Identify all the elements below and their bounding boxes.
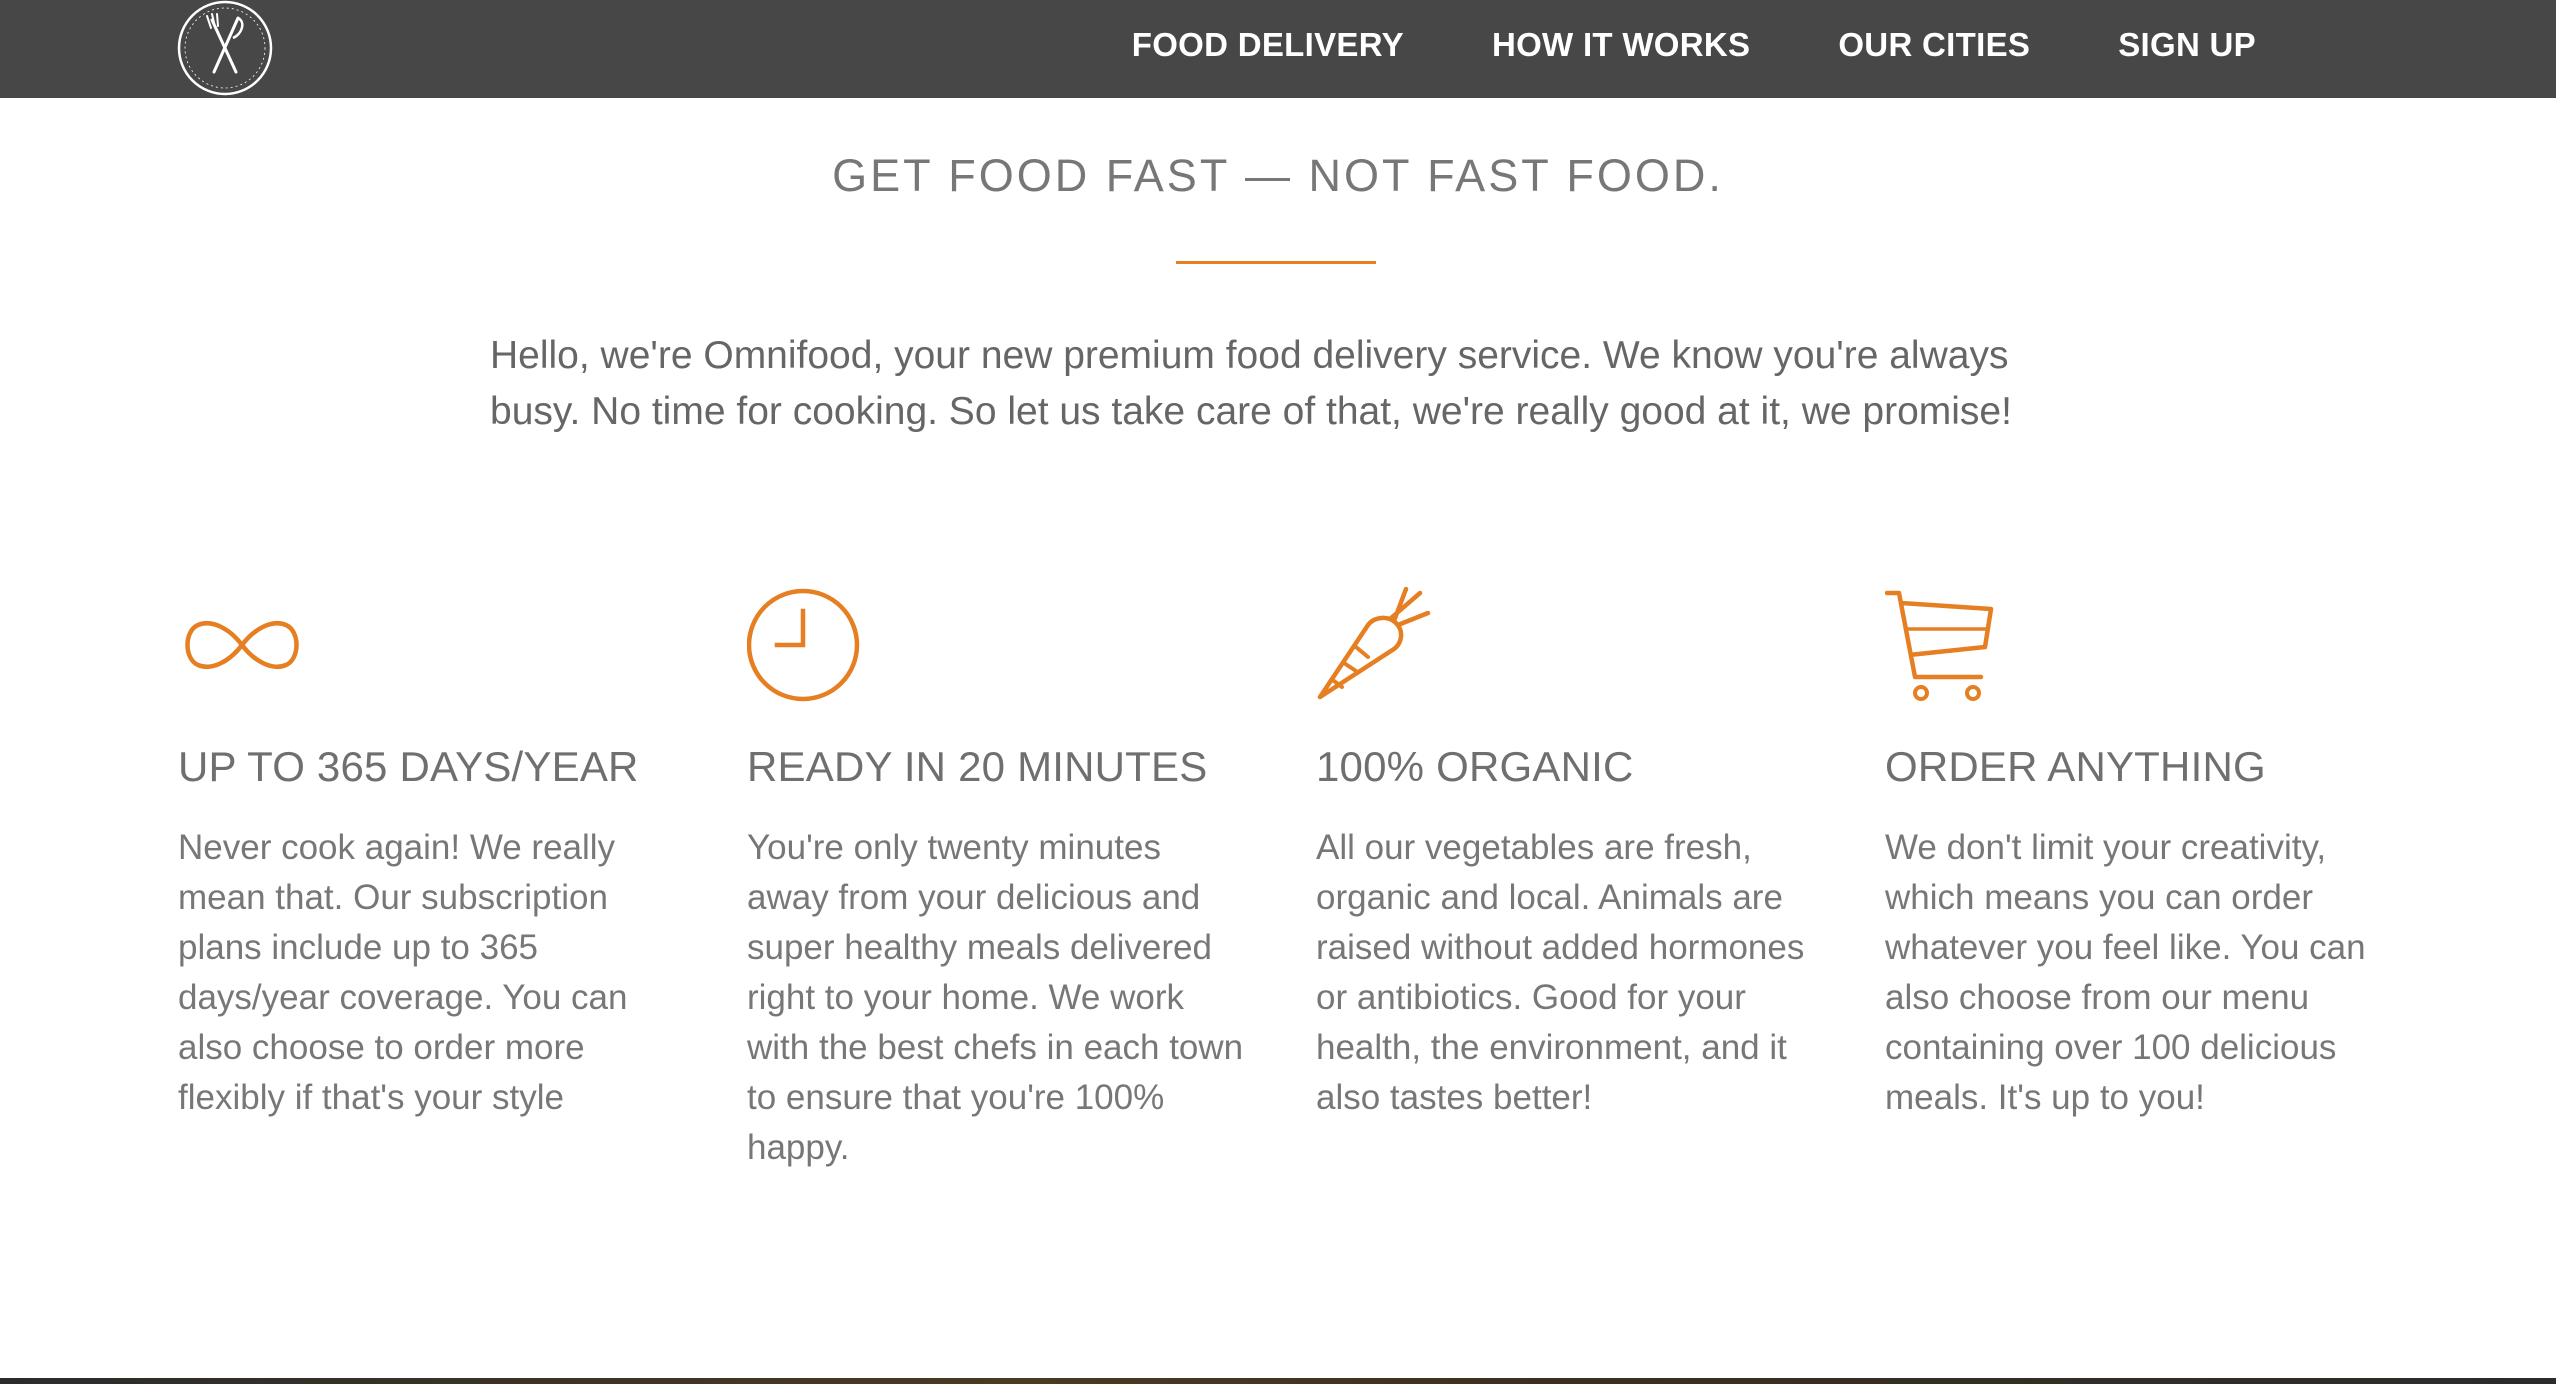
feature-20-minutes: READY IN 20 MINUTES You're only twenty m… — [747, 585, 1247, 1167]
feature-text: You're only twenty minutes away from you… — [747, 828, 1244, 1167]
fork-knife-logo-icon — [177, 0, 273, 96]
intro-paragraph: Hello, we're Omnifood, your new premium … — [490, 334, 2012, 433]
feature-title: READY IN 20 MINUTES — [747, 743, 1208, 790]
nav-link-sign-up[interactable]: SIGN UP — [2118, 26, 2256, 64]
features-section: UP TO 365 DAYS/YEAR Never cook again! We… — [178, 585, 2428, 1185]
cart-icon — [1885, 590, 1994, 701]
feature-text: We don't limit your creativity, which me… — [1885, 828, 2366, 1117]
nav-link-how-it-works[interactable]: HOW IT WORKS — [1492, 26, 1750, 64]
top-navbar: FOOD DELIVERY HOW IT WORKS OUR CITIES SI… — [0, 0, 2556, 98]
feature-text: Never cook again! We really mean that. O… — [178, 828, 628, 1117]
carrot-icon — [1317, 586, 1431, 700]
main-nav: FOOD DELIVERY HOW IT WORKS OUR CITIES SI… — [1132, 0, 2256, 90]
nav-link-food-delivery[interactable]: FOOD DELIVERY — [1132, 26, 1404, 64]
feature-365-days: UP TO 365 DAYS/YEAR Never cook again! We… — [178, 585, 678, 1117]
title-divider — [1176, 261, 1376, 264]
section-title: GET FOOD FAST — NOT FAST FOOD. — [832, 150, 1724, 201]
feature-title: UP TO 365 DAYS/YEAR — [178, 743, 639, 790]
feature-order-anything: ORDER ANYTHING We don't limit your creat… — [1885, 585, 2385, 1117]
next-section-edge — [0, 1378, 2556, 1384]
feature-organic: 100% ORGANIC All our vegetables are fres… — [1316, 585, 1816, 1117]
feature-title: ORDER ANYTHING — [1885, 743, 2266, 790]
nav-link-our-cities[interactable]: OUR CITIES — [1838, 26, 2030, 64]
feature-text: All our vegetables are fresh, organic an… — [1316, 828, 1805, 1117]
feature-title: 100% ORGANIC — [1316, 743, 1634, 790]
omnifood-logo[interactable] — [176, 0, 274, 96]
infinity-icon — [185, 621, 299, 669]
clock-icon — [747, 588, 860, 702]
